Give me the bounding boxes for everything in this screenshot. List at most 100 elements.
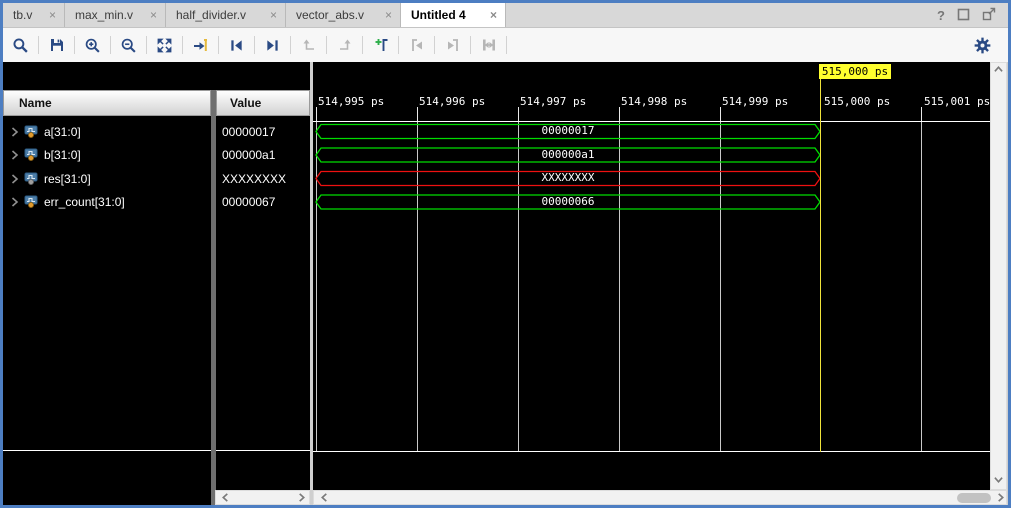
close-icon[interactable]: × [490,8,497,22]
tab-label: Untitled 4 [411,8,466,22]
waveform-canvas[interactable]: 515,000 ps 514,995 ps 514,996 ps 514,997… [313,62,990,490]
expand-chevron-icon[interactable] [11,150,19,160]
help-icon[interactable]: ? [937,9,945,22]
scroll-right-icon[interactable] [297,493,306,506]
tab-tb-v[interactable]: tb.v × [3,3,65,27]
expand-chevron-icon[interactable] [11,127,19,137]
bus-value-label: 00000066 [508,195,628,209]
add-marker-button[interactable] [367,32,394,58]
settings-gear-icon[interactable] [969,32,996,58]
swap-cursor-button [295,32,322,58]
next-marker-button [439,32,466,58]
signal-name: b[31:0] [44,148,81,162]
waveform-svg [313,122,990,452]
signal-value: 000000a1 [222,143,310,166]
waveform-viewer-window: tb.v × max_min.v × half_divider.v × vect… [0,0,1011,508]
tab-vector-abs-v[interactable]: vector_abs.v × [286,3,401,27]
tab-max-min-v[interactable]: max_min.v × [65,3,166,27]
value-column-scrollbar[interactable] [215,490,310,505]
axis-tick-label: 514,997 ps [520,95,586,108]
axis-tick [518,107,519,121]
close-icon[interactable]: × [49,8,56,22]
signal-name: a[31:0] [44,125,81,139]
toolbar-separator [218,36,219,54]
waveform-plot-area[interactable]: 00000017 000000a1 XXXXXXXX 00000066 [313,122,990,452]
toolbar-separator [326,36,327,54]
zoom-out-button[interactable] [115,32,142,58]
bus-signal-icon [24,172,39,185]
scroll-left-icon[interactable] [320,493,329,506]
expand-chevron-icon[interactable] [11,174,19,184]
signal-name: err_count[31:0] [44,195,125,209]
zoom-fit-button[interactable] [151,32,178,58]
maximize-icon[interactable] [957,8,970,23]
scroll-left-icon[interactable] [221,493,230,506]
tab-half-divider-v[interactable]: half_divider.v × [166,3,286,27]
toolbar-separator [290,36,291,54]
scroll-right-icon[interactable] [996,493,1005,506]
wave-toolbar [3,28,1008,62]
name-column-header[interactable]: Name [3,90,211,116]
tab-label: half_divider.v [176,8,246,22]
scrollbar-thumb[interactable] [957,493,991,503]
toolbar-separator [506,36,507,54]
name-value-column-divider[interactable] [211,90,216,505]
bus-value-label: 00000017 [508,124,628,138]
axis-tick [417,107,418,121]
toolbar-separator [254,36,255,54]
scroll-down-icon[interactable] [994,475,1003,488]
close-icon[interactable]: × [150,8,157,22]
axis-tick-label: 514,996 ps [419,95,485,108]
go-to-time-button[interactable] [187,32,214,58]
bus-signal-icon [24,195,39,208]
scroll-up-icon[interactable] [994,65,1003,78]
zoom-in-button[interactable] [79,32,106,58]
tab-label: vector_abs.v [296,8,364,22]
axis-tick-label: 515,001 ps [924,95,990,108]
bus-value-label: XXXXXXXX [508,171,628,185]
toolbar-separator [38,36,39,54]
signal-value: 00000017 [222,120,310,143]
time-cursor-line[interactable] [820,79,821,452]
wave-vertical-scrollbar[interactable] [990,62,1007,490]
axis-tick-label: 514,998 ps [621,95,687,108]
bus-signal-icon [24,148,39,161]
signal-row-a[interactable]: a[31:0] [3,120,211,143]
close-icon[interactable]: × [385,8,392,22]
toolbar-separator [398,36,399,54]
window-controls: ? [937,3,1008,27]
expand-chevron-icon[interactable] [11,197,19,207]
signal-value: XXXXXXXX [222,167,310,190]
find-button[interactable] [7,32,34,58]
float-window-icon[interactable] [982,7,996,23]
wave-main-area: Name Value a[31:0] b[31:0] res[31:0] [3,62,1008,505]
axis-tick-label: 514,999 ps [722,95,788,108]
save-waveform-button[interactable] [43,32,70,58]
toolbar-separator [146,36,147,54]
tab-bar: tb.v × max_min.v × half_divider.v × vect… [3,3,1008,28]
signal-panel-bottom-line [3,450,310,451]
wave-horizontal-scrollbar[interactable] [313,490,1007,505]
next-transition-button[interactable] [259,32,286,58]
toolbar-separator [434,36,435,54]
axis-tick-label: 514,995 ps [318,95,384,108]
tab-untitled-4[interactable]: Untitled 4 × [401,3,506,27]
cursor-time-flag[interactable]: 515,000 ps [819,64,891,79]
axis-tick [316,107,317,121]
previous-transition-button[interactable] [223,32,250,58]
axis-tick [921,107,922,121]
close-icon[interactable]: × [270,8,277,22]
signal-panel: Name Value a[31:0] b[31:0] res[31:0] [3,62,310,505]
toolbar-separator [110,36,111,54]
axis-tick-label: 515,000 ps [824,95,890,108]
signal-row-err-count[interactable]: err_count[31:0] [3,190,211,213]
tab-label: max_min.v [75,8,133,22]
value-column-header[interactable]: Value [216,90,310,116]
signal-value: 00000067 [222,190,310,213]
axis-tick [619,107,620,121]
toolbar-separator [74,36,75,54]
signal-name: res[31:0] [44,172,91,186]
signal-row-b[interactable]: b[31:0] [3,143,211,166]
bus-signal-icon [24,125,39,138]
signal-row-res[interactable]: res[31:0] [3,167,211,190]
